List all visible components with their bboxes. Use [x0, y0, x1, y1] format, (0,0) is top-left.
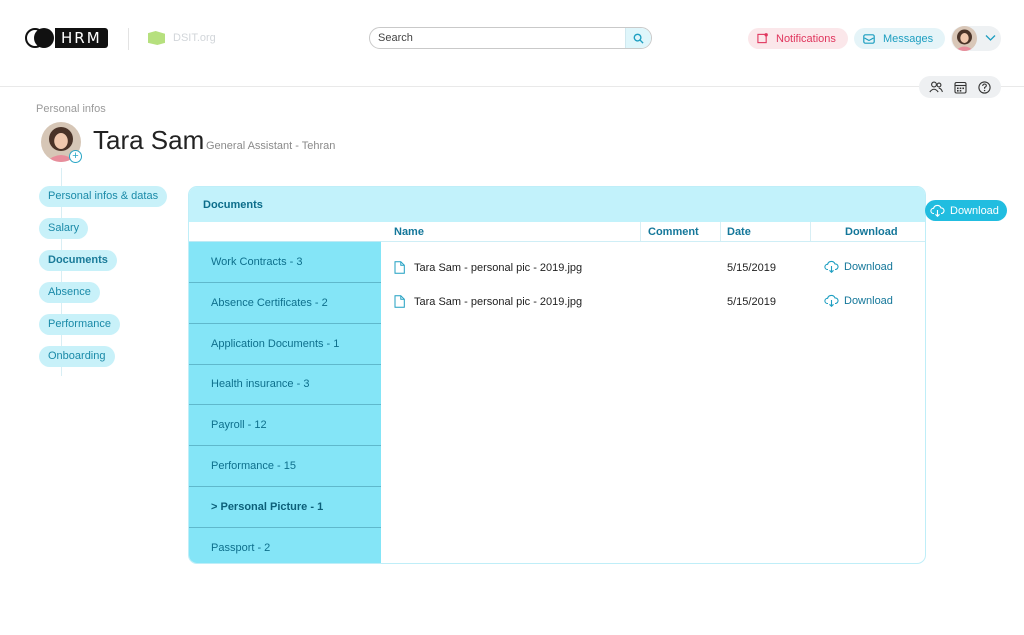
- column-divider: [640, 222, 641, 241]
- column-header-comment[interactable]: Comment: [648, 222, 699, 242]
- employee-role: General Assistant - Tehran: [206, 140, 336, 152]
- sidebar-item-personal-infos[interactable]: Personal infos & datas: [39, 186, 168, 207]
- sidebar-item-absence[interactable]: Absence: [39, 282, 100, 303]
- download-button[interactable]: Download: [824, 260, 893, 273]
- file-icon: [394, 261, 405, 274]
- org-link[interactable]: DSIT.org: [148, 31, 216, 45]
- header-separator: [0, 86, 1024, 87]
- messages-button[interactable]: Messages: [854, 28, 945, 49]
- calendar-icon[interactable]: [954, 81, 967, 94]
- messages-label: Messages: [883, 32, 934, 45]
- search-button[interactable]: [625, 28, 651, 48]
- search-bar: [369, 27, 652, 49]
- sidebar-item-onboarding[interactable]: Onboarding: [39, 346, 115, 367]
- user-menu[interactable]: [951, 26, 1001, 51]
- download-all-button[interactable]: Download: [925, 200, 1007, 221]
- logo[interactable]: HRM: [25, 28, 108, 48]
- logo-text: HRM: [55, 28, 108, 48]
- category-absence-certificates[interactable]: Absence Certificates - 2: [189, 283, 381, 324]
- category-passport[interactable]: Passport - 2: [189, 528, 381, 563]
- download-button[interactable]: Download: [824, 294, 893, 307]
- file-icon: [394, 295, 405, 308]
- column-divider: [810, 222, 811, 241]
- file-date: 5/15/2019: [727, 262, 776, 274]
- documents-panel: Documents Work Contracts - 3 Absence Cer…: [188, 186, 926, 564]
- download-label: Download: [844, 260, 893, 273]
- file-name: Tara Sam - personal pic - 2019.jpg: [414, 261, 583, 274]
- category-work-contracts[interactable]: Work Contracts - 3: [189, 242, 381, 283]
- category-health-insurance[interactable]: Health insurance - 3: [189, 364, 381, 405]
- category-payroll[interactable]: Payroll - 12: [189, 405, 381, 446]
- cloud-download-icon: [930, 204, 945, 217]
- category-personal-picture[interactable]: > Personal Picture - 1: [189, 487, 381, 528]
- help-icon[interactable]: [978, 80, 991, 94]
- team-icon[interactable]: [929, 81, 943, 93]
- org-logo-icon: [148, 31, 165, 45]
- documents-header: Documents: [189, 187, 925, 222]
- avatar: [952, 26, 977, 51]
- table-row[interactable]: Tara Sam - personal pic - 2019.jpg: [394, 261, 582, 274]
- column-header-name[interactable]: Name: [394, 222, 424, 242]
- file-name: Tara Sam - personal pic - 2019.jpg: [414, 295, 583, 308]
- notifications-label: Notifications: [776, 32, 836, 45]
- file-date: 5/15/2019: [727, 296, 776, 308]
- org-label: DSIT.org: [173, 32, 216, 44]
- notifications-button[interactable]: Notifications: [748, 28, 848, 49]
- employee-name: Tara Sam: [93, 125, 205, 155]
- header-divider: [128, 28, 129, 50]
- table-header-line: [381, 241, 925, 242]
- quick-toolbar: [919, 76, 1001, 98]
- table-row[interactable]: Tara Sam - personal pic - 2019.jpg: [394, 295, 582, 308]
- add-photo-icon[interactable]: +: [69, 150, 82, 163]
- category-application-documents[interactable]: Application Documents - 1: [189, 324, 381, 365]
- sidebar-item-salary[interactable]: Salary: [39, 218, 89, 239]
- search-icon: [633, 33, 644, 44]
- column-divider: [720, 222, 721, 241]
- section-title: Personal infos: [36, 103, 106, 115]
- sidebar-item-performance[interactable]: Performance: [39, 314, 120, 335]
- cloud-download-icon: [824, 294, 839, 307]
- column-header-download[interactable]: Download: [845, 222, 898, 242]
- categories-list: Work Contracts - 3 Absence Certificates …: [189, 242, 381, 563]
- sidebar-item-documents[interactable]: Documents: [39, 250, 117, 271]
- envelope-icon: [863, 33, 875, 44]
- category-performance[interactable]: Performance - 15: [189, 446, 381, 487]
- column-header-date[interactable]: Date: [727, 222, 751, 242]
- cloud-download-icon: [824, 260, 839, 273]
- download-all-label: Download: [950, 204, 999, 217]
- categories-header: [189, 222, 381, 242]
- download-label: Download: [844, 294, 893, 307]
- bell-icon: [757, 33, 768, 44]
- documents-title: Documents: [203, 199, 263, 211]
- search-input[interactable]: [370, 28, 625, 48]
- chevron-down-icon: [985, 35, 996, 41]
- logo-mark-icon: [25, 28, 55, 48]
